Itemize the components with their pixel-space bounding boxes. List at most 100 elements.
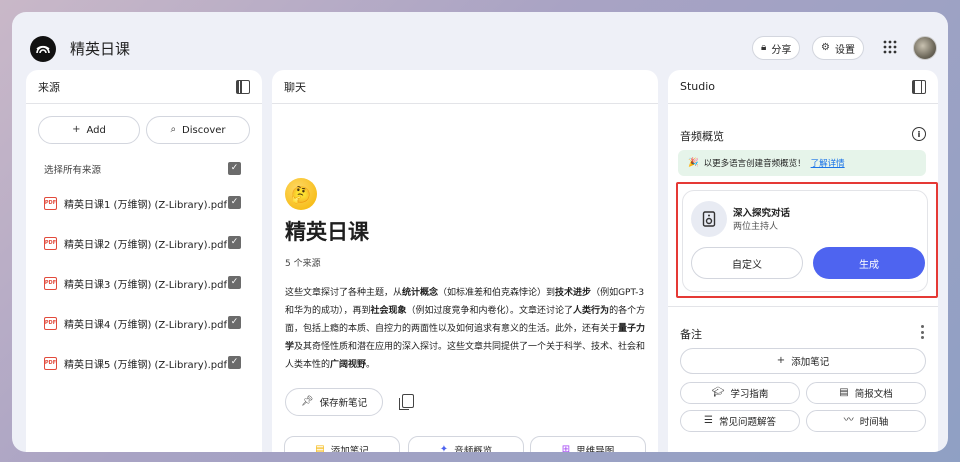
share-label: 分享 [771,44,792,56]
party-icon: 🎉 [688,158,699,168]
info-icon[interactable]: i [912,127,926,141]
chat-title: 聊天 [284,80,306,94]
timeline-icon: 〰 [843,415,854,426]
card-title: 深入探究对话 [733,208,791,219]
document-icon: ▤ [839,387,849,398]
note-icon: ▤ [315,444,325,453]
audio-overview-card: 深入探究对话 两位主持人 自定义 生成 [682,190,928,292]
discover-button[interactable]: ⌕ Discover [146,116,250,144]
chip-label: 音频概览 [454,446,493,452]
source-name: 精英日课4 (万维钢) (Z-Library).pdf [64,319,227,331]
summary-keyword: 技术进步 [555,288,592,298]
top-bar: 精英日课 🔒︎ 分享 ⚙ 设置 [12,12,948,72]
app-window: 精英日课 🔒︎ 分享 ⚙ 设置 来源 + Add ⌕ Discover 选择所有… [12,12,948,452]
audio-overview-heading: 音频概览 [680,130,724,143]
pdf-icon: PDF [44,356,57,370]
mind-map-icon: ⊞ [561,444,571,453]
mind-map-chip[interactable]: ⊞ 思维导图 [530,436,646,452]
banner-text: 以更多语言创建音频概览！ [703,159,806,169]
faq-button[interactable]: ☰ 常见问题解答 [680,410,800,432]
plus-icon: + [776,355,786,366]
chip-label: 添加笔记 [330,446,369,452]
plus-icon: + [72,124,81,135]
list-item[interactable]: PDF 精英日课5 (万维钢) (Z-Library).pdf [44,356,227,371]
timeline-button[interactable]: 〰 时间轴 [806,410,926,432]
copy-icon[interactable] [399,394,414,410]
list-item[interactable]: PDF 精英日课1 (万维钢) (Z-Library).pdf [44,196,227,211]
chip-label: 常见问题解答 [718,417,776,428]
select-all-checkbox[interactable]: ✓ [228,162,241,175]
studio-title: Studio [680,80,716,93]
audio-overview-chip[interactable]: ✦ 音频概览 [408,436,524,452]
source-count: 5 个来源 [285,259,321,269]
divider [668,306,938,307]
sources-header: 来源 [26,70,262,104]
source-name: 精英日课5 (万维钢) (Z-Library).pdf [64,359,227,371]
sparkle-icon: ✦ [439,444,449,453]
avatar[interactable] [913,36,937,60]
sources-panel: 来源 + Add ⌕ Discover 选择所有来源 ✓ PDF 精英日课1 (… [26,70,262,452]
summary-keyword: 人类行为 [573,306,610,316]
source-name: 精英日课2 (万维钢) (Z-Library).pdf [64,239,227,251]
summary-text: （如标准差和伯克森悖论）到 [438,288,556,298]
collapse-studio-icon[interactable] [912,80,926,94]
pdf-icon: PDF [44,196,57,210]
share-button[interactable]: 🔒︎ 分享 [752,36,801,60]
list-item[interactable]: PDF 精英日课3 (万维钢) (Z-Library).pdf [44,276,227,291]
source-checkbox[interactable]: ✓ [228,316,241,329]
save-note-label: 保存新笔记 [319,398,368,409]
chip-label: 思维导图 [576,446,615,452]
speaker-icon [691,201,727,237]
source-checkbox[interactable]: ✓ [228,276,241,289]
add-source-label: Add [86,124,106,136]
notes-heading: 备注 [680,328,702,341]
learn-more-link[interactable]: 了解详情 [811,157,845,169]
discover-label: Discover [182,124,226,136]
summary-keyword: 统计概念 [402,288,439,298]
study-guide-button[interactable]: 🎓︎ 学习指南 [680,382,800,404]
source-checkbox[interactable]: ✓ [228,196,241,209]
generate-button[interactable]: 生成 [813,247,925,279]
briefing-doc-button[interactable]: ▤ 简报文档 [806,382,926,404]
pdf-icon: PDF [44,276,57,290]
summary-text: 这些文章探讨了各种主题，从 [285,288,403,298]
list-item[interactable]: PDF 精英日课2 (万维钢) (Z-Library).pdf [44,236,227,251]
summary-keyword: 广阔视野 [330,360,367,370]
chat-header: 聊天 [272,70,658,104]
pdf-icon: PDF [44,236,57,250]
gear-icon: ⚙ [821,42,830,53]
more-options-icon[interactable] [920,325,924,339]
chat-panel: 聊天 🤔 精英日课 5 个来源 这些文章探讨了各种主题，从统计概念（如标准差和伯… [272,70,658,452]
source-name: 精英日课3 (万维钢) (Z-Library).pdf [64,279,227,291]
customize-button[interactable]: 自定义 [691,247,803,279]
notebook-heading: 精英日课 [285,220,369,244]
apps-grid-icon[interactable] [883,40,897,54]
notebook-title[interactable]: 精英日课 [70,38,130,59]
notebook-summary: 这些文章探讨了各种主题，从统计概念（如标准差和伯克森悖论）到技术进步（例如GPT… [285,284,647,374]
source-checkbox[interactable]: ✓ [228,356,241,369]
faq-icon: ☰ [704,415,713,426]
notebook-logo-icon[interactable] [30,36,56,62]
summary-text: 。 [366,360,376,370]
lock-icon: 🔒︎ [761,42,767,53]
source-name: 精英日课1 (万维钢) (Z-Library).pdf [64,199,227,211]
sources-title: 来源 [38,80,60,94]
source-checkbox[interactable]: ✓ [228,236,241,249]
summary-text: （例如过度竞争和内卷化）。文章还讨论了 [406,306,574,316]
chip-label: 学习指南 [730,389,769,400]
add-note-button[interactable]: + 添加笔记 [680,348,926,374]
add-note-chip[interactable]: ▤ 添加笔记 [284,436,400,452]
summary-keyword: 社会现象 [370,306,407,316]
studio-panel: Studio 音频概览 i 🎉 以更多语言创建音频概览！ 了解详情 深入探究对话… [668,70,938,452]
settings-button[interactable]: ⚙ 设置 [812,36,864,60]
list-item[interactable]: PDF 精英日课4 (万维钢) (Z-Library).pdf [44,316,227,331]
card-subtitle: 两位主持人 [733,222,779,232]
discover-search-icon: ⌕ [170,124,177,135]
save-note-button[interactable]: 📌︎ 保存新笔记 [285,388,383,416]
pin-icon: 📌︎ [300,396,314,407]
add-source-button[interactable]: + Add [38,116,140,144]
thinking-face-icon: 🤔 [285,178,317,210]
collapse-panel-icon[interactable] [236,80,250,94]
select-all-label: 选择所有来源 [44,165,102,176]
chip-label: 时间轴 [859,417,889,428]
